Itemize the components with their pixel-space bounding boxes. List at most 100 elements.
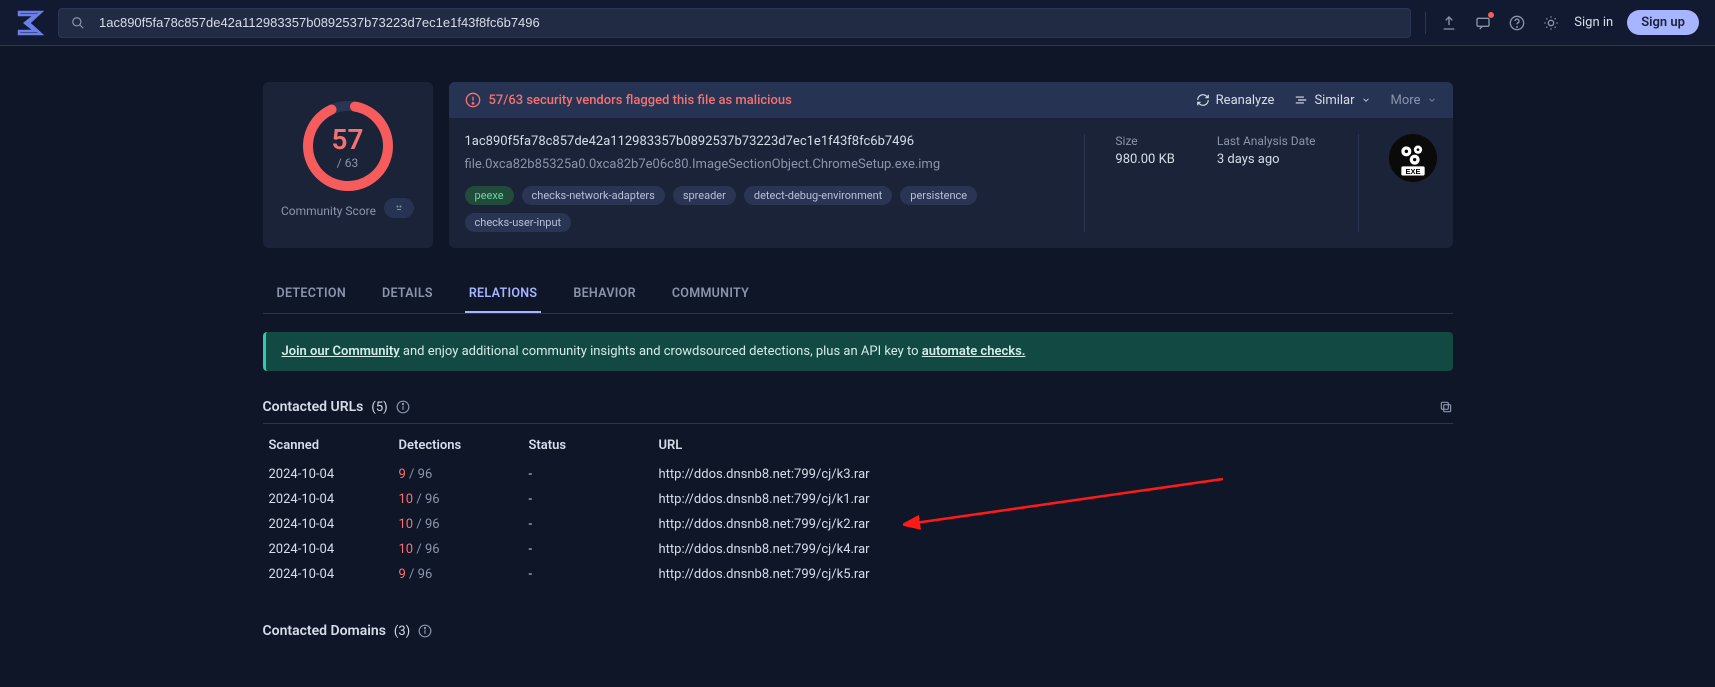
section-count: (3) — [394, 624, 410, 639]
score-card: 57 / 63 Community Score — [263, 82, 433, 248]
tag-chip[interactable]: detect-debug-environment — [744, 186, 892, 205]
size-label: Size — [1115, 134, 1174, 148]
table-row[interactable]: 2024-10-049 / 96-http://ddos.dnsnb8.net:… — [263, 562, 1453, 587]
more-label: More — [1391, 93, 1421, 108]
search-input[interactable] — [97, 14, 1400, 31]
urls-table: Scanned Detections Status URL 2024-10-04… — [263, 430, 1453, 587]
cell-url: http://ddos.dnsnb8.net:799/cj/k5.rar — [653, 562, 1453, 587]
cell-status: - — [523, 537, 653, 562]
upload-icon[interactable] — [1440, 14, 1458, 32]
tab-relations[interactable]: RELATIONS — [465, 276, 542, 313]
section-contacted-domains: Contacted Domains (3) — [263, 615, 1453, 647]
community-banner: Join our Community and enjoy additional … — [263, 332, 1453, 371]
analysis-value: 3 days ago — [1217, 152, 1316, 167]
site-logo[interactable] — [16, 9, 44, 37]
tabs: DETECTION DETAILS RELATIONS BEHAVIOR COM… — [263, 276, 1453, 314]
reanalyze-label: Reanalyze — [1216, 93, 1275, 108]
top-icons — [1440, 14, 1560, 32]
file-name: file.0xca82b85325a0.0xca82b7e06c80.Image… — [465, 157, 1055, 172]
cell-detections: 9 / 96 — [393, 562, 523, 587]
cell-scanned: 2024-10-04 — [263, 562, 393, 587]
cell-scanned: 2024-10-04 — [263, 487, 393, 512]
tab-behavior[interactable]: BEHAVIOR — [569, 276, 639, 313]
table-row[interactable]: 2024-10-0410 / 96-http://ddos.dnsnb8.net… — [263, 487, 1453, 512]
tab-details[interactable]: DETAILS — [378, 276, 437, 313]
malicious-flag-text: 57/63 security vendors flagged this file… — [489, 93, 792, 108]
cell-url: http://ddos.dnsnb8.net:799/cj/k3.rar — [653, 462, 1453, 488]
cell-status: - — [523, 462, 653, 488]
info-icon[interactable] — [396, 400, 410, 414]
tag-chip[interactable]: checks-user-input — [465, 213, 572, 232]
tag-chips: peexe checks-network-adapters spreader d… — [465, 186, 1055, 232]
info-icon[interactable] — [418, 624, 432, 638]
info-top-bar: 57/63 security vendors flagged this file… — [449, 82, 1453, 118]
score-value: 57 — [332, 123, 364, 156]
cell-status: - — [523, 562, 653, 587]
section-count: (5) — [371, 400, 387, 415]
section-contacted-urls: Contacted URLs (5) Scanned Detections St… — [263, 391, 1453, 587]
table-header-row: Scanned Detections Status URL — [263, 430, 1453, 462]
cell-url: http://ddos.dnsnb8.net:799/cj/k2.rar — [653, 512, 1453, 537]
theme-toggle-icon[interactable] — [1542, 14, 1560, 32]
summary-row: 57 / 63 Community Score 57/63 security v… — [263, 82, 1453, 248]
col-scanned[interactable]: Scanned — [263, 430, 393, 462]
analysis-label: Last Analysis Date — [1217, 134, 1316, 148]
banner-text: and enjoy additional community insights … — [400, 344, 922, 359]
score-total: / 63 — [337, 156, 358, 170]
file-meta: 1ac890f5fa78c857de42a112983357b0892537b7… — [465, 134, 1055, 232]
tag-chip[interactable]: peexe — [465, 186, 514, 205]
col-url[interactable]: URL — [653, 430, 1453, 462]
svg-text:EXE: EXE — [1405, 167, 1420, 176]
file-type-icon: EXE — [1389, 134, 1437, 182]
info-card: 57/63 security vendors flagged this file… — [449, 82, 1453, 248]
file-hash[interactable]: 1ac890f5fa78c857de42a112983357b0892537b7… — [465, 134, 1055, 149]
main-content: 57 / 63 Community Score 57/63 security v… — [263, 46, 1453, 687]
size-value: 980.00 KB — [1115, 152, 1174, 167]
community-score-pill[interactable] — [384, 198, 414, 218]
separator — [1425, 12, 1426, 34]
col-detections[interactable]: Detections — [393, 430, 523, 462]
size-meta: Size 980.00 KB — [1115, 134, 1186, 232]
cell-detections: 9 / 96 — [393, 462, 523, 488]
reanalyze-button[interactable]: Reanalyze — [1196, 93, 1275, 108]
tab-detection[interactable]: DETECTION — [273, 276, 351, 313]
copy-icon[interactable] — [1439, 400, 1453, 414]
malicious-flag: 57/63 security vendors flagged this file… — [465, 92, 792, 108]
help-icon[interactable] — [1508, 14, 1526, 32]
cell-detections: 10 / 96 — [393, 487, 523, 512]
top-bar: Sign in Sign up — [0, 0, 1715, 46]
search-icon — [69, 14, 87, 32]
tag-chip[interactable]: persistence — [900, 186, 977, 205]
more-dropdown[interactable]: More — [1391, 93, 1437, 108]
table-row[interactable]: 2024-10-0410 / 96-http://ddos.dnsnb8.net… — [263, 512, 1453, 537]
similar-dropdown[interactable]: Similar — [1294, 93, 1370, 108]
chevron-down-icon — [1361, 95, 1371, 105]
cell-status: - — [523, 512, 653, 537]
sign-in-link[interactable]: Sign in — [1574, 15, 1613, 30]
table-row[interactable]: 2024-10-049 / 96-http://ddos.dnsnb8.net:… — [263, 462, 1453, 488]
cell-url: http://ddos.dnsnb8.net:799/cj/k1.rar — [653, 487, 1453, 512]
cell-status: - — [523, 487, 653, 512]
tab-community[interactable]: COMMUNITY — [668, 276, 753, 313]
search-bar[interactable] — [58, 8, 1411, 38]
section-title: Contacted Domains — [263, 623, 386, 639]
tag-chip[interactable]: spreader — [673, 186, 736, 205]
notifications-icon[interactable] — [1474, 14, 1492, 32]
cell-detections: 10 / 96 — [393, 537, 523, 562]
cell-scanned: 2024-10-04 — [263, 462, 393, 488]
similar-label: Similar — [1314, 93, 1354, 108]
cell-scanned: 2024-10-04 — [263, 512, 393, 537]
cell-scanned: 2024-10-04 — [263, 537, 393, 562]
automate-checks-link[interactable]: automate checks. — [922, 344, 1026, 359]
cell-url: http://ddos.dnsnb8.net:799/cj/k4.rar — [653, 537, 1453, 562]
analysis-meta: Last Analysis Date 3 days ago — [1217, 134, 1328, 232]
chevron-down-icon — [1427, 95, 1437, 105]
community-score-label: Community Score — [281, 204, 376, 220]
tag-chip[interactable]: checks-network-adapters — [522, 186, 665, 205]
table-row[interactable]: 2024-10-0410 / 96-http://ddos.dnsnb8.net… — [263, 537, 1453, 562]
section-title: Contacted URLs — [263, 399, 364, 415]
sign-up-button[interactable]: Sign up — [1627, 10, 1699, 35]
join-community-link[interactable]: Join our Community — [282, 344, 400, 359]
cell-detections: 10 / 96 — [393, 512, 523, 537]
col-status[interactable]: Status — [523, 430, 653, 462]
